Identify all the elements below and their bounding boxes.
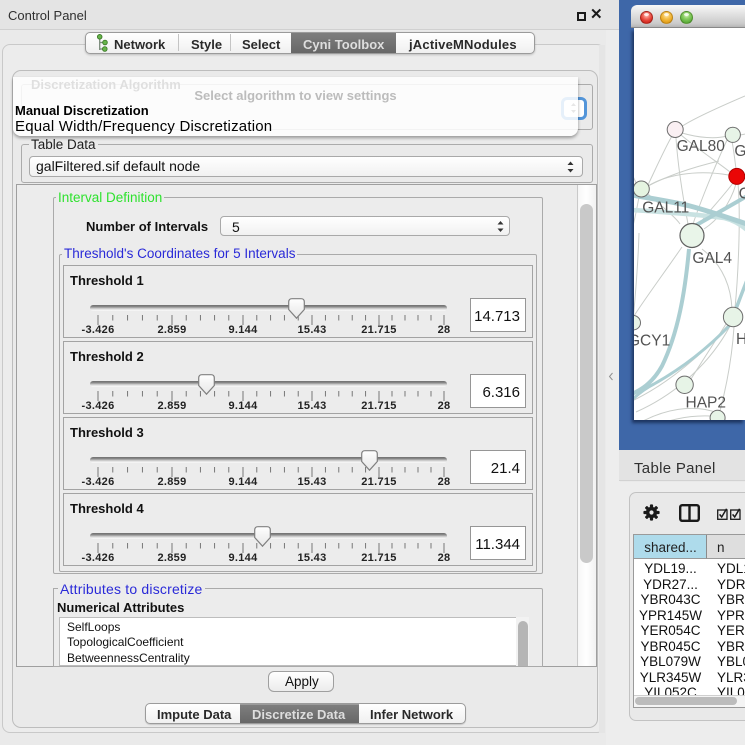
svg-text:C: C [739, 186, 745, 203]
svg-text:G.: G. [734, 143, 745, 160]
svg-text:GAL80: GAL80 [677, 138, 726, 155]
svg-text:GAL4: GAL4 [692, 250, 732, 267]
svg-text:HAP2: HAP2 [686, 395, 727, 412]
svg-text:H: H [736, 331, 745, 348]
svg-text:GCY1: GCY1 [634, 333, 670, 350]
svg-text:GAL11: GAL11 [642, 200, 689, 217]
